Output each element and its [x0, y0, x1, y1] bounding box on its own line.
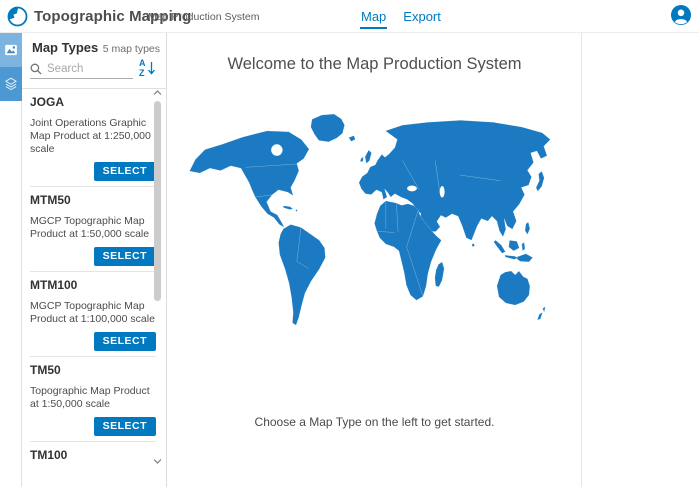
tab-export[interactable]: Export: [402, 4, 442, 29]
user-icon[interactable]: [671, 5, 691, 25]
map-type-actions: SELECT: [30, 247, 156, 266]
map-type-item: JOGA Joint Operations Graphic Map Produc…: [30, 89, 156, 187]
tool-map-types[interactable]: [0, 33, 22, 67]
search-icon: [30, 63, 42, 75]
select-button[interactable]: SELECT: [94, 247, 156, 266]
map-type-description: MGCP Topographic Map Product at 1:100,00…: [30, 300, 156, 326]
tool-layers[interactable]: [0, 67, 22, 101]
app-header: Topographic Mapping Map Production Syste…: [0, 0, 699, 33]
chevron-down-icon[interactable]: [153, 457, 162, 465]
select-button[interactable]: SELECT: [94, 417, 156, 436]
search-input[interactable]: [47, 63, 127, 75]
sort-letter-a: A: [139, 58, 146, 68]
map-type-item: MTM100 MGCP Topographic Map Product at 1…: [30, 272, 156, 357]
sort-letter-z: Z: [139, 68, 145, 78]
tab-map[interactable]: Map: [360, 4, 387, 29]
header-tabs: Map Export: [360, 0, 442, 33]
map-type-item: MTM50 MGCP Topographic Map Product at 1:…: [30, 187, 156, 272]
sidebar-scrollbar[interactable]: [152, 89, 163, 465]
instruction-text: Choose a Map Type on the left to get sta…: [168, 415, 581, 429]
map-type-item: TM100 SELECT: [30, 442, 156, 467]
sort-az-icon[interactable]: A Z: [138, 57, 157, 79]
chevron-up-icon[interactable]: [153, 89, 162, 97]
tool-strip: [0, 33, 22, 101]
map-types-panel: Map Types 5 map types A Z JOGA Joint Ope…: [22, 33, 167, 487]
map-type-description: MGCP Topographic Map Product at 1:50,000…: [30, 215, 156, 241]
map-type-name: MTM50: [30, 194, 156, 207]
main-content: Welcome to the Map Production System: [168, 33, 582, 487]
welcome-title: Welcome to the Map Production System: [168, 55, 581, 74]
panel-title: Map Types: [32, 40, 98, 55]
map-type-actions: SELECT: [30, 332, 156, 351]
search-box: [30, 60, 133, 79]
layers-icon: [3, 76, 19, 92]
world-map-image: [174, 103, 574, 343]
map-type-name: TM50: [30, 364, 156, 377]
map-type-name: TM100: [30, 449, 156, 462]
select-button[interactable]: SELECT: [94, 162, 156, 181]
map-type-count: 5 map types: [103, 43, 160, 55]
map-type-description: Joint Operations Graphic Map Product at …: [30, 117, 156, 156]
map-type-actions: SELECT: [30, 417, 156, 436]
map-type-item: TM50 Topographic Map Product at 1:50,000…: [30, 357, 156, 442]
map-type-list: JOGA Joint Operations Graphic Map Produc…: [30, 89, 156, 467]
globe-icon: [7, 6, 28, 27]
select-button[interactable]: SELECT: [94, 332, 156, 351]
app-subtitle: Map Production System: [148, 11, 259, 23]
map-type-name: MTM100: [30, 279, 156, 292]
scrollbar-thumb[interactable]: [154, 101, 161, 301]
map-type-actions: SELECT: [30, 162, 156, 181]
map-preview-icon: [3, 42, 19, 58]
map-type-description: Topographic Map Product at 1:50,000 scal…: [30, 385, 156, 411]
tool-strip-column: [0, 33, 22, 487]
map-type-name: JOGA: [30, 96, 156, 109]
